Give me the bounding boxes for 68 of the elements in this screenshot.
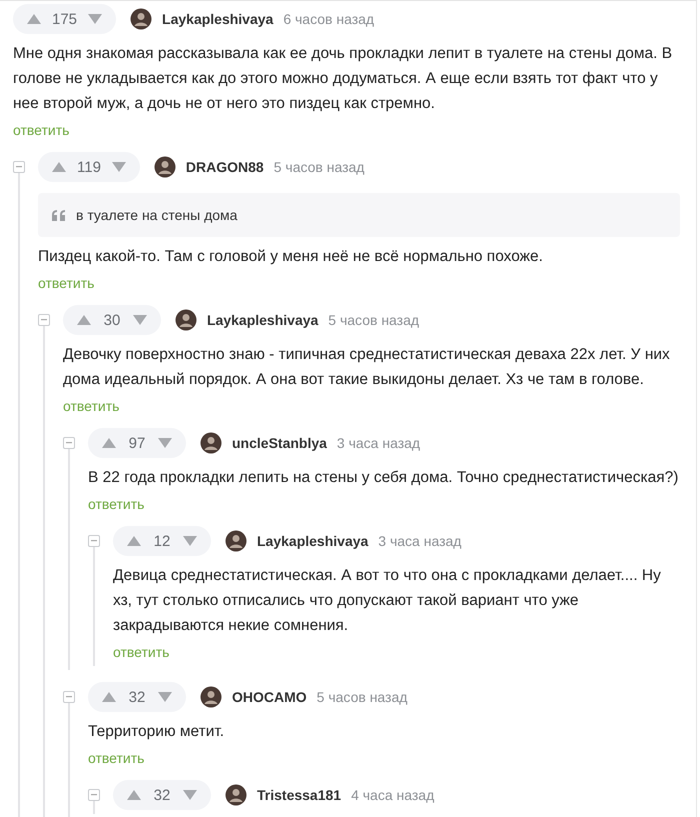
upvote-icon[interactable] — [101, 437, 117, 449]
avatar-icon[interactable] — [175, 309, 197, 331]
reply-link[interactable]: ответить — [63, 397, 120, 415]
avatar-icon[interactable] — [225, 784, 247, 806]
reply-link[interactable]: ответить — [88, 749, 144, 767]
author-name[interactable]: Tristessa181 — [257, 787, 342, 803]
author-name[interactable]: OHOCAMO — [232, 689, 307, 705]
upvote-icon[interactable] — [76, 314, 92, 326]
upvote-icon[interactable] — [101, 691, 117, 703]
vote-count: 12 — [152, 532, 172, 550]
quote-text: в туалете на стены дома — [76, 207, 238, 223]
comment-time[interactable]: 3 часа назад — [378, 533, 462, 549]
minus-icon — [66, 442, 72, 444]
vote-count: 97 — [128, 434, 146, 452]
comment-time[interactable]: 5 часов назад — [316, 689, 408, 705]
comment-text: Пиздец какой-то. Там с головой у меня неё не всё нормально похоже. — [38, 247, 544, 267]
reply-link[interactable]: ответить — [113, 643, 170, 661]
upvote-icon[interactable] — [26, 13, 42, 25]
vote-count: 32 — [128, 688, 146, 706]
downvote-icon[interactable] — [157, 691, 173, 703]
author-name[interactable]: uncleStanblya — [232, 435, 327, 451]
collapse-button[interactable] — [88, 789, 100, 801]
comment-time[interactable]: 5 часов назад — [328, 312, 420, 328]
minus-icon — [91, 794, 97, 796]
author-name[interactable]: Laykapleshivaya — [207, 312, 318, 328]
comment-text: В 22 года прокладки лепить на стены у себя дома. Точно среднестатистическая?) — [88, 468, 680, 488]
downvote-icon[interactable] — [87, 13, 104, 25]
downvote-icon[interactable] — [182, 535, 198, 547]
reply-link[interactable]: ответить — [38, 274, 94, 292]
upvote-icon[interactable] — [126, 535, 142, 547]
avatar-icon[interactable] — [200, 432, 222, 454]
author-name[interactable]: Laykapleshivaya — [162, 11, 274, 27]
collapse-button[interactable] — [88, 535, 100, 547]
collapse-button[interactable] — [13, 161, 25, 173]
author-name[interactable]: Laykapleshivaya — [257, 533, 368, 549]
avatar-icon[interactable] — [130, 8, 152, 30]
avatar-icon[interactable] — [154, 156, 176, 178]
minus-icon — [66, 696, 72, 698]
minus-icon — [41, 319, 47, 321]
author-name[interactable]: DRAGON88 — [186, 159, 264, 175]
vote-count: 119 — [77, 158, 101, 176]
collapse-button[interactable] — [38, 314, 50, 326]
upvote-icon[interactable] — [126, 789, 142, 801]
downvote-icon[interactable] — [110, 161, 127, 173]
downvote-icon[interactable] — [157, 437, 173, 449]
downvote-icon[interactable] — [132, 314, 148, 326]
comment-text: Мне одня знакомая рассказывала как ее дочь прокладки лепит в туалете на стены дома. В голове не укладывается как до этого можно додуматься. А еще если взять тот факт что у нее второй муж, а дочь не от него это пиздец как стремно. — [13, 44, 674, 114]
collapse-button[interactable] — [63, 437, 75, 449]
avatar-icon[interactable] — [200, 686, 222, 708]
comment-text: Девочку поверхностно знаю - типичная среднестатистическая деваха 22х лет. У них дома идеальный порядок. А она вот такие выкидоны делает. Хз че там в голове. — [63, 345, 671, 390]
vote-count: 32 — [152, 786, 172, 804]
vote-count: 30 — [102, 312, 122, 328]
downvote-icon[interactable] — [182, 789, 198, 801]
reply-link[interactable]: ответить — [88, 495, 144, 513]
minus-icon — [91, 540, 97, 542]
vote-count: 175 — [52, 10, 78, 28]
reply-link[interactable]: ответить — [13, 121, 70, 139]
collapse-button[interactable] — [63, 691, 75, 703]
comment-text: Территорию метит. — [88, 722, 226, 742]
comment-time[interactable]: 6 часов назад — [283, 11, 374, 27]
quote-icon — [52, 210, 66, 220]
comment-time[interactable]: 3 часа назад — [336, 435, 420, 451]
avatar-icon[interactable] — [225, 530, 247, 552]
comment-time[interactable]: 5 часов назад — [274, 159, 364, 175]
minus-icon — [16, 166, 22, 168]
comment-time[interactable]: 4 часа назад — [351, 787, 434, 803]
comment-text: Девица среднестатистическая. А вот то что она с прокладками делает.... Ну хз, тут столько отписались что допускают такой вариант что уже закрадываются некие сомнения. — [113, 566, 662, 636]
upvote-icon[interactable] — [51, 161, 67, 173]
